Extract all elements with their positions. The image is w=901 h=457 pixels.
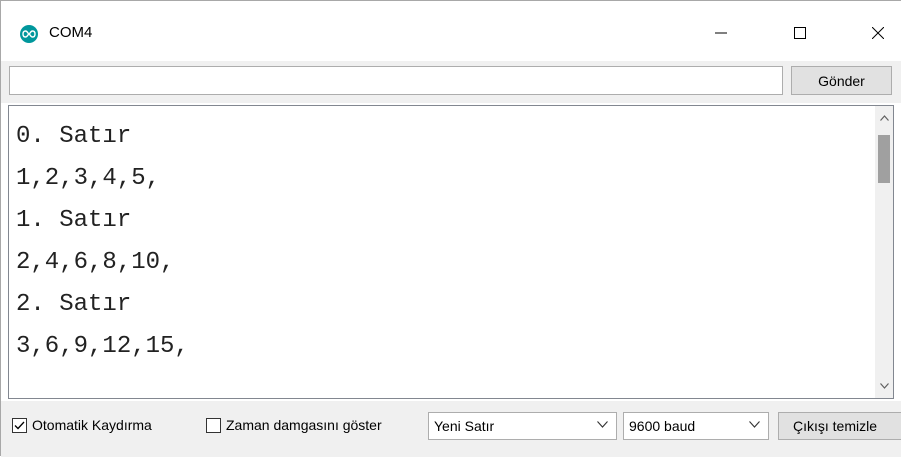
output-line: 0. Satır — [16, 123, 132, 150]
arduino-infinity-icon — [20, 25, 38, 43]
close-button[interactable] — [855, 13, 901, 53]
serial-monitor-window: COM4 Gönder 0. Satır 1,2,3,4,5, 1. Satır… — [0, 0, 901, 457]
bottom-bar: Otomatik Kaydırma Zaman damgasını göster… — [1, 401, 901, 457]
line-ending-select[interactable]: Yeni Satır — [428, 412, 617, 440]
chevron-down-icon — [597, 421, 608, 428]
output-line: 2,4,6,8,10, — [16, 249, 175, 276]
line-ending-value: Yeni Satır — [434, 418, 495, 434]
vertical-scrollbar[interactable] — [875, 106, 893, 398]
send-input[interactable] — [9, 66, 783, 95]
maximize-button[interactable] — [777, 13, 823, 53]
maximize-icon — [794, 27, 806, 39]
output-line: 1. Satır — [16, 207, 132, 234]
send-button[interactable]: Gönder — [791, 66, 892, 95]
baud-rate-value: 9600 baud — [629, 418, 696, 434]
title-bar[interactable]: COM4 — [1, 1, 901, 61]
chevron-down-icon — [879, 383, 889, 389]
output-line: 2. Satır — [16, 291, 132, 318]
autoscroll-option[interactable]: Otomatik Kaydırma — [12, 417, 152, 433]
chevron-up-icon — [879, 115, 889, 121]
scroll-thumb[interactable] — [878, 135, 890, 183]
window-title: COM4 — [49, 24, 93, 41]
timestamp-checkbox[interactable] — [206, 417, 221, 433]
output-text: 0. Satır 1,2,3,4,5, 1. Satır 2,4,6,8,10,… — [16, 116, 873, 368]
scroll-down-button[interactable] — [875, 376, 893, 396]
output-line: 1,2,3,4,5, — [16, 165, 161, 192]
close-icon — [872, 27, 884, 39]
minimize-button[interactable] — [698, 13, 744, 53]
baud-rate-select[interactable]: 9600 baud — [623, 412, 769, 440]
checkmark-icon — [14, 421, 25, 429]
autoscroll-label: Otomatik Kaydırma — [32, 417, 152, 433]
timestamp-label: Zaman damgasını göster — [226, 417, 382, 433]
minimize-icon — [715, 32, 727, 34]
clear-output-button[interactable]: Çıkışı temizle — [778, 412, 901, 440]
serial-output[interactable]: 0. Satır 1,2,3,4,5, 1. Satır 2,4,6,8,10,… — [8, 105, 894, 399]
chevron-down-icon — [749, 421, 760, 428]
autoscroll-checkbox[interactable] — [12, 417, 27, 433]
scroll-up-button[interactable] — [875, 108, 893, 128]
timestamp-option[interactable]: Zaman damgasını göster — [206, 417, 382, 433]
output-line: 3,6,9,12,15, — [16, 333, 189, 360]
send-area: Gönder — [1, 61, 901, 103]
